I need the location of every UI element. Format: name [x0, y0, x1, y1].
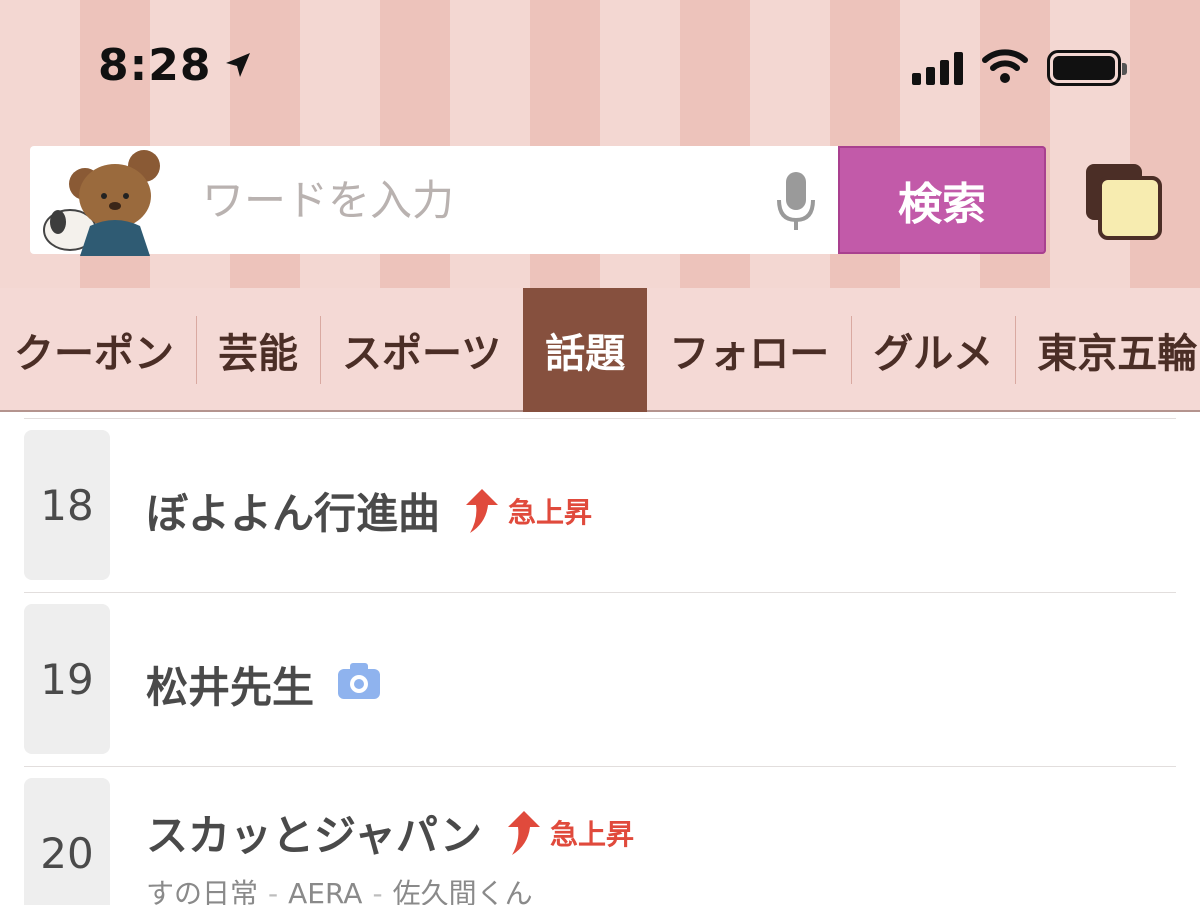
row-divider	[24, 766, 1176, 767]
related-keyword[interactable]: AERA	[288, 877, 362, 905]
row-divider	[24, 592, 1176, 593]
search-box[interactable]	[30, 146, 838, 256]
tab-gourmet[interactable]: グルメ	[851, 288, 1015, 412]
tab-label: 話題	[545, 331, 626, 377]
row-divider	[24, 418, 1176, 419]
surge-badge: 急上昇	[462, 488, 593, 533]
cellular-signal-icon	[912, 51, 963, 85]
ranking-title-text: スカッとジャパン	[146, 811, 483, 860]
ranking-title-text: 松井先生	[146, 663, 315, 712]
related-keywords: すの日常 - AERA - 佐久間くん	[146, 872, 533, 905]
camera-icon	[338, 660, 381, 709]
battery-icon	[1047, 50, 1127, 86]
related-keyword[interactable]: 佐久間くん	[393, 877, 533, 905]
ranking-title-text: ぼよよん行進曲	[146, 489, 441, 538]
search-input[interactable]	[202, 168, 722, 232]
microphone-icon[interactable]	[774, 170, 818, 234]
tab-label: クーポン	[14, 331, 174, 377]
related-keyword[interactable]: すの日常	[146, 877, 258, 905]
tab-label: 東京五輪	[1037, 331, 1198, 377]
status-indicators	[912, 48, 1127, 88]
bear-mascot-icon	[43, 150, 160, 256]
category-tabs: クーポン 芸能 スポーツ 話題 フォロー グルメ 東京五輪	[0, 288, 1200, 412]
keyword-separator: -	[268, 877, 279, 905]
tab-label: フォロー	[669, 331, 830, 377]
wifi-icon	[981, 48, 1029, 88]
rank-number: 18	[24, 430, 110, 580]
keyword-separator: -	[372, 877, 383, 905]
location-arrow-icon	[223, 40, 253, 91]
tab-entertainment[interactable]: 芸能	[196, 288, 320, 412]
status-time: 8:28	[98, 40, 253, 91]
ranking-title: 松井先生	[146, 654, 381, 715]
ranking-title: ぼよよん行進曲 急上昇	[146, 480, 592, 541]
surge-badge-text: 急上昇	[550, 817, 635, 851]
rank-number: 20	[24, 778, 110, 905]
status-time-text: 8:28	[98, 40, 212, 91]
rank-number: 19	[24, 604, 110, 754]
tab-sports[interactable]: スポーツ	[320, 288, 523, 412]
tab-coupon[interactable]: クーポン	[0, 288, 196, 412]
surge-arrow-icon	[466, 488, 499, 533]
surge-badge-text: 急上昇	[508, 495, 593, 529]
surge-arrow-icon	[508, 810, 541, 855]
tab-topics[interactable]: 話題	[523, 288, 648, 412]
tab-switcher-icon[interactable]	[1082, 160, 1164, 242]
surge-badge: 急上昇	[504, 810, 635, 855]
tab-follow[interactable]: フォロー	[647, 288, 851, 412]
ranking-title: スカッとジャパン 急上昇	[146, 802, 634, 863]
tab-tokyo-olympics[interactable]: 東京五輪	[1015, 288, 1200, 412]
search-button[interactable]: 検索	[838, 146, 1046, 254]
tab-label: スポーツ	[342, 331, 502, 377]
tab-label: グルメ	[873, 331, 994, 377]
tab-label: 芸能	[218, 331, 298, 377]
